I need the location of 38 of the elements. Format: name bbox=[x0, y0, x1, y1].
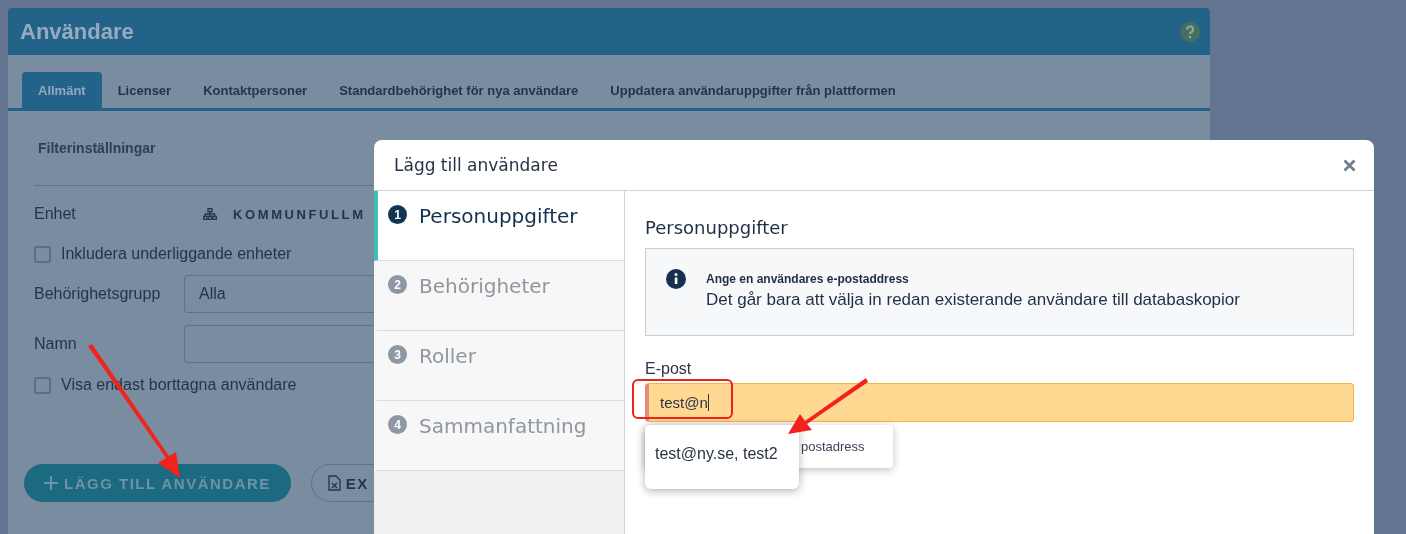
tab[interactable]: Licenser bbox=[101, 72, 188, 108]
wizard-step[interactable]: 1 Personuppgifter bbox=[374, 191, 624, 261]
field-label: Behörighetsgrupp bbox=[34, 285, 162, 303]
step-number: 3 bbox=[388, 345, 407, 364]
checkbox[interactable] bbox=[34, 376, 51, 394]
name-field[interactable] bbox=[184, 325, 374, 363]
help-icon[interactable] bbox=[1180, 21, 1200, 42]
field-label: E-post bbox=[645, 360, 693, 378]
checkbox[interactable] bbox=[34, 245, 51, 263]
tab[interactable]: Uppdatera användaruppgifter från plattformen bbox=[594, 72, 912, 108]
dialog-title: Lägg till användare bbox=[394, 155, 558, 175]
info-title: Ange en användares e-postaddress bbox=[706, 272, 910, 286]
tab[interactable]: Standardbehörighet för nya användare bbox=[323, 72, 595, 108]
email-field[interactable]: test@n bbox=[645, 383, 1354, 422]
tab[interactable]: Kontaktpersoner bbox=[187, 72, 324, 108]
step-number: 4 bbox=[388, 415, 407, 434]
checkbox-label: Inkludera underliggande enheter bbox=[61, 245, 292, 263]
wizard-step[interactable]: 3 Roller bbox=[374, 331, 624, 401]
section-heading: Filterinställningar bbox=[38, 140, 157, 156]
tab[interactable]: Allmänt bbox=[22, 72, 102, 108]
add-user-button[interactable]: LÄGG TILL ANVÄNDARE bbox=[24, 464, 291, 502]
unit-value[interactable]: KOMMUNFULLM bbox=[233, 206, 366, 222]
field-label: Namn bbox=[34, 335, 78, 353]
info-text: Det går bara att välja in redan existerande användare till databaskopior bbox=[706, 290, 1240, 310]
page-title: Användare bbox=[20, 18, 134, 45]
plus-icon bbox=[44, 476, 58, 490]
group-select[interactable]: Alla bbox=[184, 275, 374, 313]
close-icon[interactable] bbox=[1343, 158, 1356, 172]
file-icon bbox=[327, 475, 341, 491]
hierarchy-icon bbox=[203, 208, 217, 220]
wizard-step[interactable]: 4 Sammanfattning bbox=[374, 401, 624, 471]
section-heading: Personuppgifter bbox=[645, 217, 789, 238]
field-label: Enhet bbox=[34, 205, 77, 223]
step-number: 2 bbox=[388, 275, 407, 294]
info-icon bbox=[666, 269, 686, 289]
wizard-step[interactable]: 2 Behörigheter bbox=[374, 261, 624, 331]
step-number: 1 bbox=[388, 205, 407, 224]
suggestion-item[interactable]: test@ny.se, test2 bbox=[645, 425, 799, 489]
